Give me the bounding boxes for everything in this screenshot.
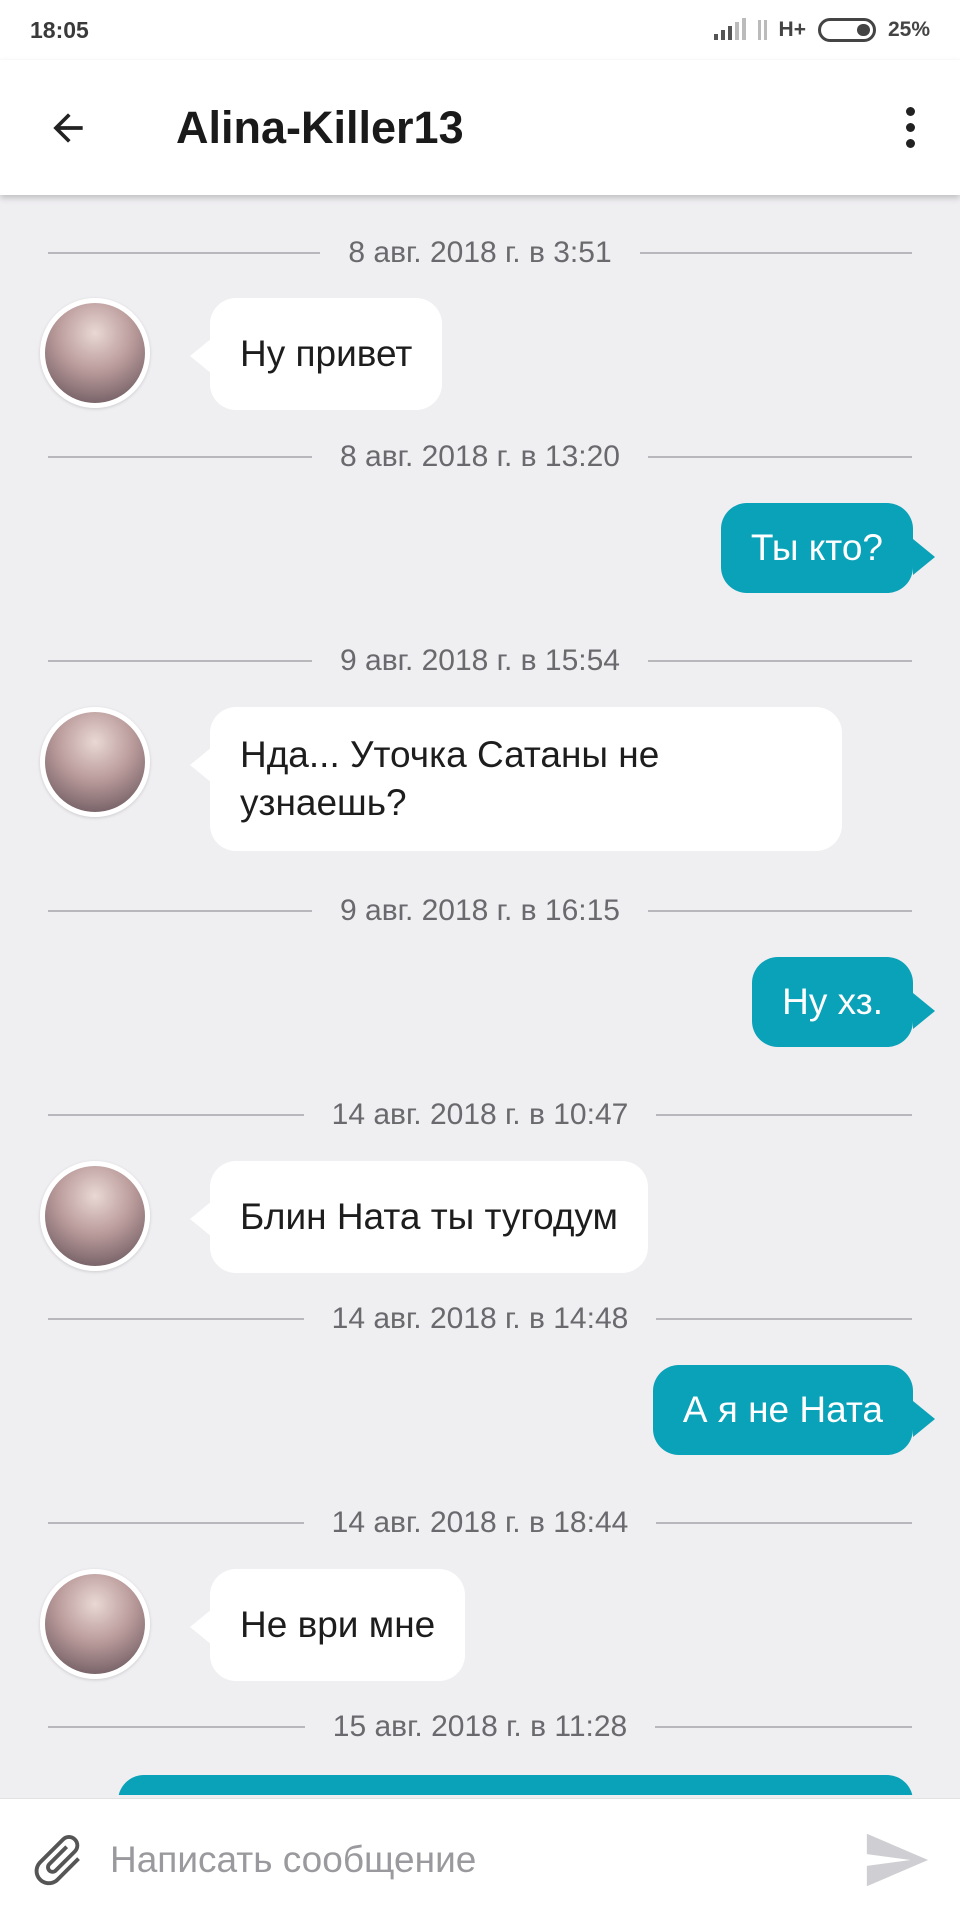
status-indicators: H+ 25%	[713, 18, 930, 42]
avatar[interactable]	[40, 1569, 150, 1679]
date-label: 14 авг. 2018 г. в 14:48	[331, 1302, 629, 1335]
app-bar: Alina-Killer13	[0, 60, 960, 195]
avatar[interactable]	[40, 707, 150, 817]
date-divider: 9 авг. 2018 г. в 16:15	[48, 891, 912, 931]
incoming-message[interactable]: Нда... Уточка Сатаны не узнаешь?	[190, 707, 842, 851]
avatar[interactable]	[40, 1161, 150, 1271]
date-label: 8 авг. 2018 г. в 13:20	[340, 440, 620, 473]
message-input[interactable]	[110, 1819, 848, 1900]
arrow-left-icon	[53, 112, 83, 143]
message-composer	[0, 1798, 960, 1920]
outgoing-message[interactable]: Ну хз.	[752, 957, 935, 1047]
send-button[interactable]	[848, 1812, 944, 1908]
more-options-button[interactable]	[882, 90, 938, 166]
date-divider: 8 авг. 2018 г. в 13:20	[48, 437, 912, 477]
send-icon	[866, 1833, 929, 1886]
network-type: H+	[778, 18, 806, 41]
outgoing-message[interactable]: А я не Ната	[652, 1365, 936, 1455]
date-divider: 8 авг. 2018 г. в 3:51	[48, 233, 912, 273]
outgoing-message[interactable]: Ты кто?	[720, 503, 936, 593]
date-divider: 14 авг. 2018 г. в 18:44	[48, 1503, 912, 1543]
status-time: 18:05	[30, 16, 89, 43]
battery-icon	[817, 18, 876, 42]
attach-button[interactable]	[18, 1820, 98, 1900]
incoming-message[interactable]: Блин Ната ты тугодум	[190, 1161, 648, 1273]
avatar[interactable]	[40, 298, 150, 408]
message-list[interactable]: 8 авг. 2018 г. в 3:51 Ну привет 8 авг. 2…	[0, 195, 960, 1795]
date-label: 15 авг. 2018 г. в 11:28	[332, 1710, 628, 1743]
status-bar: 18:05 H+ 25%	[0, 0, 960, 60]
date-label: 8 авг. 2018 г. в 3:51	[348, 236, 612, 269]
date-divider: 14 авг. 2018 г. в 10:47	[48, 1095, 912, 1135]
date-divider: 9 авг. 2018 г. в 15:54	[48, 641, 912, 681]
data-arrows-icon	[757, 20, 767, 40]
page-title: Alina-Killer13	[176, 101, 464, 153]
outgoing-message[interactable]	[118, 1775, 913, 1795]
incoming-message[interactable]: Не ври мне	[189, 1569, 466, 1681]
date-divider: 14 авг. 2018 г. в 14:48	[48, 1299, 912, 1339]
signal-icon	[713, 18, 746, 40]
date-label: 14 авг. 2018 г. в 18:44	[331, 1506, 629, 1539]
date-label: 14 авг. 2018 г. в 10:47	[331, 1098, 629, 1131]
back-button[interactable]	[30, 90, 106, 166]
battery-fill	[856, 24, 870, 36]
date-label: 9 авг. 2018 г. в 15:54	[340, 644, 620, 677]
more-vertical-icon	[905, 107, 915, 116]
incoming-message[interactable]: Ну привет	[189, 298, 443, 410]
battery-percent: 25%	[887, 18, 930, 41]
date-label: 9 авг. 2018 г. в 16:15	[340, 894, 620, 927]
paperclip-icon	[34, 1834, 80, 1885]
date-divider: 15 авг. 2018 г. в 11:28	[48, 1707, 913, 1747]
